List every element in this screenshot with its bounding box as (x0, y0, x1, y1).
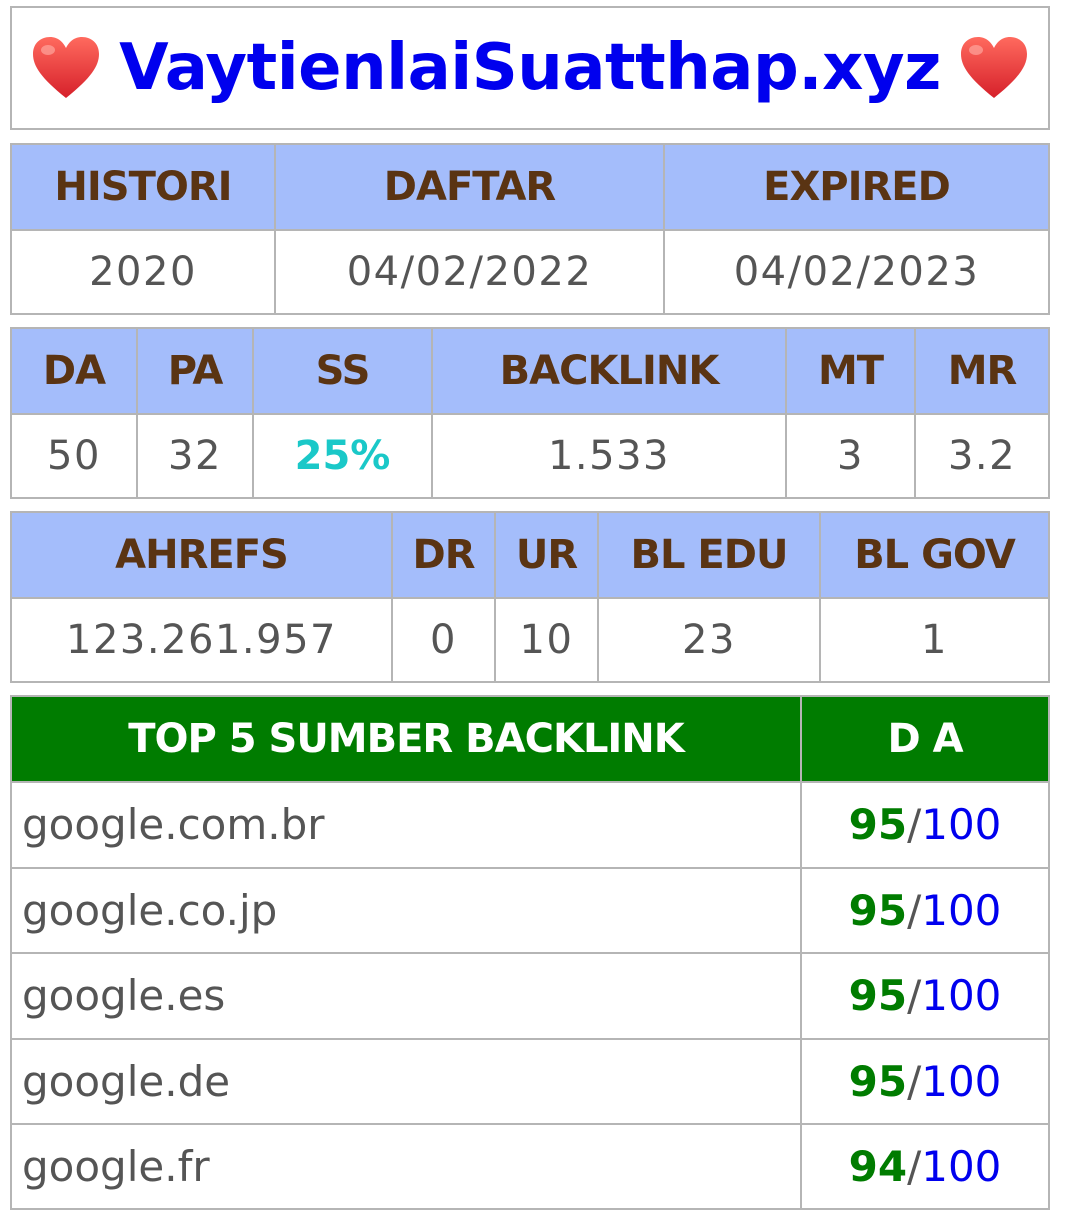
table-row: google.fr 94/100 (11, 1123, 1049, 1209)
backlink-da-score: 95/100 (800, 952, 1049, 1040)
score-max: 100 (921, 800, 1002, 850)
mr-value: 3.2 (914, 413, 1049, 498)
backlink-source[interactable]: google.de (11, 1037, 802, 1126)
score-value: 95 (848, 885, 908, 935)
expired-value: 04/02/2023 (663, 229, 1049, 314)
da-score-header: D A (800, 696, 1049, 783)
score-separator: / (907, 971, 922, 1021)
backlink-da-score: 95/100 (800, 781, 1049, 869)
bl-edu-header: BL EDU (597, 512, 821, 599)
mt-header: MT (785, 328, 916, 415)
title-box: VaytienlaiSuatthap.xyz (10, 6, 1050, 130)
backlink-source[interactable]: google.co.jp (11, 866, 802, 955)
backlink-source[interactable]: google.com.br (11, 781, 802, 869)
backlink-header: BACKLINK (431, 328, 787, 415)
ur-value: 10 (494, 597, 599, 682)
mr-header: MR (914, 328, 1049, 415)
mt-value: 3 (785, 413, 916, 498)
heart-icon (959, 36, 1029, 100)
heart-icon (31, 36, 101, 100)
score-max: 100 (921, 885, 1002, 935)
top-sources-header: TOP 5 SUMBER BACKLINK (11, 696, 802, 783)
score-separator: / (907, 1142, 922, 1192)
backlink-da-score: 94/100 (800, 1123, 1049, 1209)
backlink-da-score: 95/100 (800, 1037, 1049, 1126)
site-domain-title[interactable]: VaytienlaiSuatthap.xyz (119, 31, 941, 105)
histori-header: HISTORI (11, 144, 276, 231)
table-row: google.de 95/100 (11, 1037, 1049, 1126)
da-header: DA (11, 328, 138, 415)
dr-value: 0 (391, 597, 496, 682)
score-value: 95 (848, 1056, 908, 1106)
metrics-table: DA PA SS BACKLINK MT MR 50 32 25% 1.533 … (10, 327, 1050, 499)
daftar-header: DAFTAR (274, 144, 665, 231)
score-value: 95 (848, 971, 908, 1021)
score-separator: / (907, 800, 922, 850)
dates-table: HISTORI DAFTAR EXPIRED 2020 04/02/2022 0… (10, 143, 1050, 315)
table-row: google.co.jp 95/100 (11, 866, 1049, 955)
expired-header: EXPIRED (663, 144, 1049, 231)
score-max: 100 (921, 1056, 1002, 1106)
top-backlinks-table: TOP 5 SUMBER BACKLINK D A google.com.br … (10, 695, 1050, 1210)
backlink-da-score: 95/100 (800, 866, 1049, 955)
bl-edu-value: 23 (597, 597, 821, 682)
table-row: google.com.br 95/100 (11, 781, 1049, 869)
histori-value: 2020 (11, 229, 276, 314)
backlink-value: 1.533 (431, 413, 787, 498)
score-max: 100 (921, 971, 1002, 1021)
dr-header: DR (391, 512, 496, 599)
pa-header: PA (136, 328, 254, 415)
table-row: google.es 95/100 (11, 952, 1049, 1040)
score-value: 94 (848, 1142, 908, 1192)
score-value: 95 (848, 800, 908, 850)
ss-value: 25% (252, 413, 433, 498)
ahrefs-table: AHREFS DR UR BL EDU BL GOV 123.261.957 0… (10, 511, 1050, 683)
da-value: 50 (11, 413, 138, 498)
ur-header: UR (494, 512, 599, 599)
backlink-source[interactable]: google.fr (11, 1123, 802, 1209)
ahrefs-value: 123.261.957 (11, 597, 393, 682)
backlink-source[interactable]: google.es (11, 952, 802, 1040)
score-separator: / (907, 1056, 922, 1106)
score-separator: / (907, 885, 922, 935)
daftar-value: 04/02/2022 (274, 229, 665, 314)
bl-gov-value: 1 (819, 597, 1049, 682)
ss-header: SS (252, 328, 433, 415)
ahrefs-header: AHREFS (11, 512, 393, 599)
pa-value: 32 (136, 413, 254, 498)
bl-gov-header: BL GOV (819, 512, 1049, 599)
score-max: 100 (921, 1142, 1002, 1192)
